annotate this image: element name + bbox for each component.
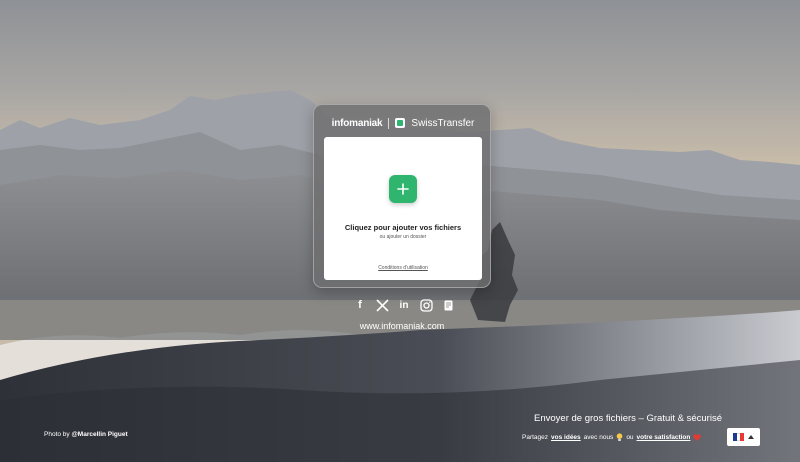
feedback-line: Partagez vos idées avec nous ou votre sa…	[522, 433, 702, 442]
add-files-button[interactable]	[389, 175, 417, 203]
dropzone-title[interactable]: Cliquez pour ajouter vos fichiers	[324, 223, 482, 232]
photo-credit-author[interactable]: @Marcellin Piguet	[71, 431, 127, 438]
x-icon[interactable]	[374, 297, 390, 313]
infomaniak-logo[interactable]: infomaniak	[332, 118, 383, 129]
terms-link[interactable]: Conditions d'utilisation	[324, 265, 482, 271]
photo-credit: Photo by @Marcellin Piguet	[44, 431, 128, 438]
lightbulb-icon	[617, 433, 623, 441]
add-folder-link[interactable]: ou ajouter un dossier	[324, 234, 482, 240]
swisstransfer-label[interactable]: SwissTransfer	[411, 118, 474, 129]
satisfaction-link[interactable]: votre satisfaction	[637, 434, 691, 441]
file-dropzone[interactable]: Cliquez pour ajouter vos fichiers ou ajo…	[324, 137, 482, 280]
brand-header: infomaniak SwissTransfer	[314, 115, 492, 131]
share-or: ou	[626, 434, 634, 441]
blog-icon[interactable]	[440, 297, 456, 313]
swisstransfer-logo-icon	[395, 118, 406, 128]
heart-icon	[693, 434, 702, 441]
ideas-link[interactable]: vos idées	[551, 434, 581, 441]
social-links: f in	[352, 297, 456, 313]
plus-icon	[397, 183, 409, 195]
instagram-icon[interactable]	[418, 297, 434, 313]
infomaniak-website-link[interactable]: www.infomaniak.com	[340, 321, 464, 331]
facebook-icon[interactable]: f	[352, 297, 368, 313]
caret-up-icon	[748, 435, 754, 439]
tagline: Envoyer de gros fichiers – Gratuit & séc…	[534, 413, 722, 424]
brand-divider	[388, 117, 390, 129]
photo-credit-prefix: Photo by	[44, 431, 72, 438]
language-selector[interactable]	[727, 428, 760, 446]
linkedin-icon[interactable]: in	[396, 297, 412, 313]
share-prefix: Partagez	[522, 434, 549, 441]
france-flag-icon	[733, 433, 745, 441]
upload-card: infomaniak SwissTransfer Cliquez pour aj…	[313, 104, 491, 288]
share-middle: avec nous	[583, 434, 614, 441]
